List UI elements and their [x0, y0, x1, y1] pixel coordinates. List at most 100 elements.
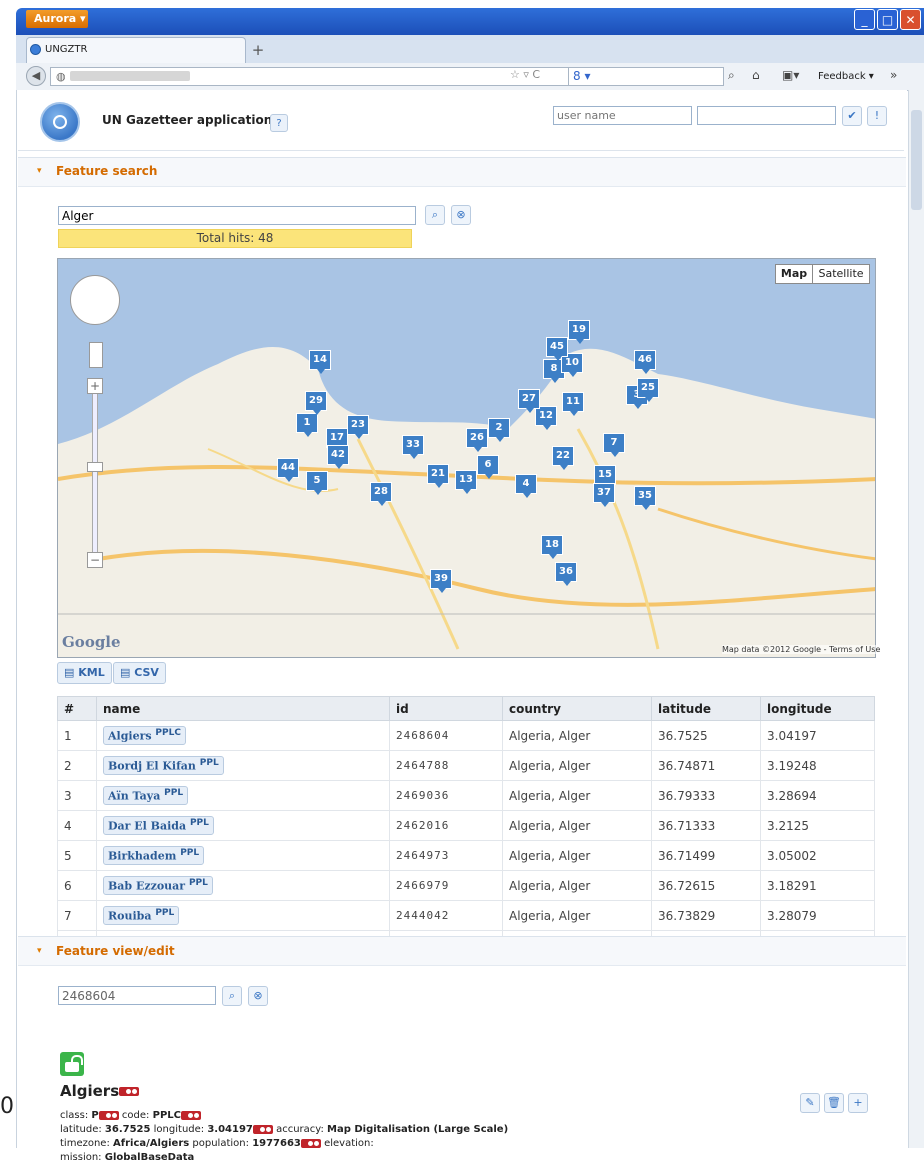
column-header[interactable]: #	[57, 696, 97, 721]
search-icon[interactable]: ⌕	[425, 205, 445, 225]
column-header[interactable]: country	[502, 696, 652, 721]
kml-export-button[interactable]: ▤ KML	[57, 662, 112, 684]
map-marker[interactable]: 11	[562, 392, 584, 416]
feature-link[interactable]: Bab Ezzouar PPL	[103, 876, 213, 895]
toolbar-overflow-icon[interactable]: »	[890, 68, 897, 82]
row-id: 2464788	[389, 750, 503, 781]
map-marker[interactable]: 42	[327, 445, 349, 469]
map-marker[interactable]: 4	[515, 474, 537, 498]
column-header[interactable]: id	[389, 696, 503, 721]
password-input[interactable]	[697, 106, 836, 125]
map-marker[interactable]: 23	[347, 415, 369, 439]
zoom-out-icon[interactable]: −	[87, 552, 103, 568]
feature-link[interactable]: Aïn Taya PPL	[103, 786, 189, 805]
unlock-icon[interactable]	[60, 1052, 84, 1076]
search-input[interactable]	[58, 206, 416, 225]
browser-tab[interactable]: UNGZTR	[26, 37, 246, 63]
home-icon[interactable]: ⌂	[752, 68, 760, 82]
zoom-in-icon[interactable]: +	[87, 378, 103, 394]
login-check-icon[interactable]: ✔	[842, 106, 862, 126]
bookmarks-menu-icon[interactable]: ▣▾	[782, 68, 799, 82]
map-marker[interactable]: 46	[634, 350, 656, 374]
feature-link[interactable]: Rouiba PPL	[103, 906, 180, 925]
results-map[interactable]	[57, 258, 876, 658]
map-marker[interactable]: 44	[277, 458, 299, 482]
map-marker[interactable]: 19	[568, 320, 590, 344]
map-type-map-button[interactable]: Map	[775, 264, 813, 284]
map-marker[interactable]: 28	[370, 482, 392, 506]
map-marker[interactable]: 12	[535, 406, 557, 430]
feature-link[interactable]: Birkhadem PPL	[103, 846, 205, 865]
map-type-satellite-button[interactable]: Satellite	[812, 264, 870, 284]
column-header[interactable]: latitude	[651, 696, 761, 721]
feature-name-link: Aïn Taya	[108, 789, 161, 803]
map-marker[interactable]: 35	[634, 486, 656, 510]
feature-id-input[interactable]	[58, 986, 216, 1005]
map-marker[interactable]: 27	[518, 389, 540, 413]
feature-code: PPLC	[155, 728, 181, 739]
map-marker[interactable]: 14	[309, 350, 331, 374]
clear-search-icon[interactable]: ⊗	[451, 205, 471, 225]
username-input[interactable]	[553, 106, 692, 125]
table-row[interactable]: 7 Rouiba PPL 2444042 Algeria, Alger 36.73829…	[57, 900, 875, 931]
row-country: Algeria, Alger	[502, 750, 652, 781]
map-background	[58, 347, 875, 657]
table-row[interactable]: 4 Dar El Baida PPL 2462016 Algeria, Alger 36…	[57, 810, 875, 841]
table-row[interactable]: 1 Algiers PPLC 2468604 Algeria, Alger 36.752…	[57, 720, 875, 751]
map-marker[interactable]: 2	[488, 418, 510, 442]
edit-pencil-icon[interactable]: ✎	[800, 1093, 820, 1113]
map-marker[interactable]: 39	[430, 569, 452, 593]
map-marker[interactable]: 36	[555, 562, 577, 586]
collapse-arrow-icon[interactable]: ▾	[37, 946, 42, 956]
map-marker[interactable]: 26	[466, 428, 488, 452]
map-marker[interactable]: 22	[552, 446, 574, 470]
table-row[interactable]: 5 Birkhadem PPL 2464973 Algeria, Alger 36.71…	[57, 840, 875, 871]
page-scrollbar[interactable]	[908, 90, 924, 1148]
map-marker[interactable]: 33	[402, 435, 424, 459]
table-row[interactable]: 2 Bordj El Kifan PPL 2464788 Algeria, Alger…	[57, 750, 875, 781]
magnifier-icon[interactable]: ⌕	[728, 68, 735, 83]
map-pan-control[interactable]	[70, 275, 120, 325]
site-identity-icon[interactable]: ◍	[56, 70, 66, 83]
table-row[interactable]: 3 Aïn Taya PPL 2469036 Algeria, Alger 36.793…	[57, 780, 875, 811]
minimize-icon[interactable]: _	[854, 9, 875, 30]
map-marker[interactable]: 15	[594, 465, 616, 489]
map-marker[interactable]: 6	[477, 455, 499, 479]
map-marker[interactable]: 21	[427, 464, 449, 488]
map-marker[interactable]: 1	[296, 413, 318, 437]
feature-link[interactable]: Bordj El Kifan PPL	[103, 756, 224, 775]
app-menu-button[interactable]: Aurora ▾	[26, 10, 88, 28]
back-arrow-icon[interactable]: ◀	[26, 66, 46, 86]
csv-export-button[interactable]: ▤ CSV	[113, 662, 166, 684]
feedback-menu[interactable]: Feedback ▾	[818, 71, 874, 82]
street-view-pegman-icon[interactable]	[89, 342, 103, 368]
column-header[interactable]: name	[96, 696, 390, 721]
maximize-icon[interactable]: □	[877, 9, 898, 30]
lookup-icon[interactable]: ⌕	[222, 986, 242, 1006]
zoom-slider-handle[interactable]	[87, 462, 103, 472]
close-icon[interactable]: ✕	[900, 9, 921, 30]
map-marker[interactable]: 5	[306, 471, 328, 495]
alert-icon[interactable]: !	[867, 106, 887, 126]
map-marker[interactable]: 25	[637, 378, 659, 402]
collapse-arrow-icon[interactable]: ▾	[37, 166, 42, 176]
table-row[interactable]: 6 Bab Ezzouar PPL 2466979 Algeria, Alger 36.…	[57, 870, 875, 901]
map-marker[interactable]: 45	[546, 337, 568, 361]
map-marker[interactable]: 29	[305, 391, 327, 415]
feature-name-link: Bab Ezzouar	[108, 879, 186, 893]
feature-link[interactable]: Algiers PPLC	[103, 726, 186, 745]
clear-id-icon[interactable]: ⊗	[248, 986, 268, 1006]
feature-link[interactable]: Dar El Baida PPL	[103, 816, 214, 835]
map-marker[interactable]: 7	[603, 433, 625, 457]
map-marker[interactable]: 37	[593, 483, 615, 507]
new-tab-icon[interactable]: +	[248, 40, 268, 60]
map-marker[interactable]: 13	[455, 470, 477, 494]
column-header[interactable]: longitude	[760, 696, 875, 721]
bookmark-star-icon[interactable]: ☆ ▿ C	[510, 68, 540, 81]
delete-trash-icon[interactable]: 🗑	[824, 1093, 844, 1113]
scroll-thumb[interactable]	[911, 110, 922, 210]
search-engine-box[interactable]: 8 ▾	[568, 67, 724, 86]
map-marker[interactable]: 18	[541, 535, 563, 559]
help-button[interactable]: ?	[270, 114, 288, 132]
add-plus-icon[interactable]: +	[848, 1093, 868, 1113]
